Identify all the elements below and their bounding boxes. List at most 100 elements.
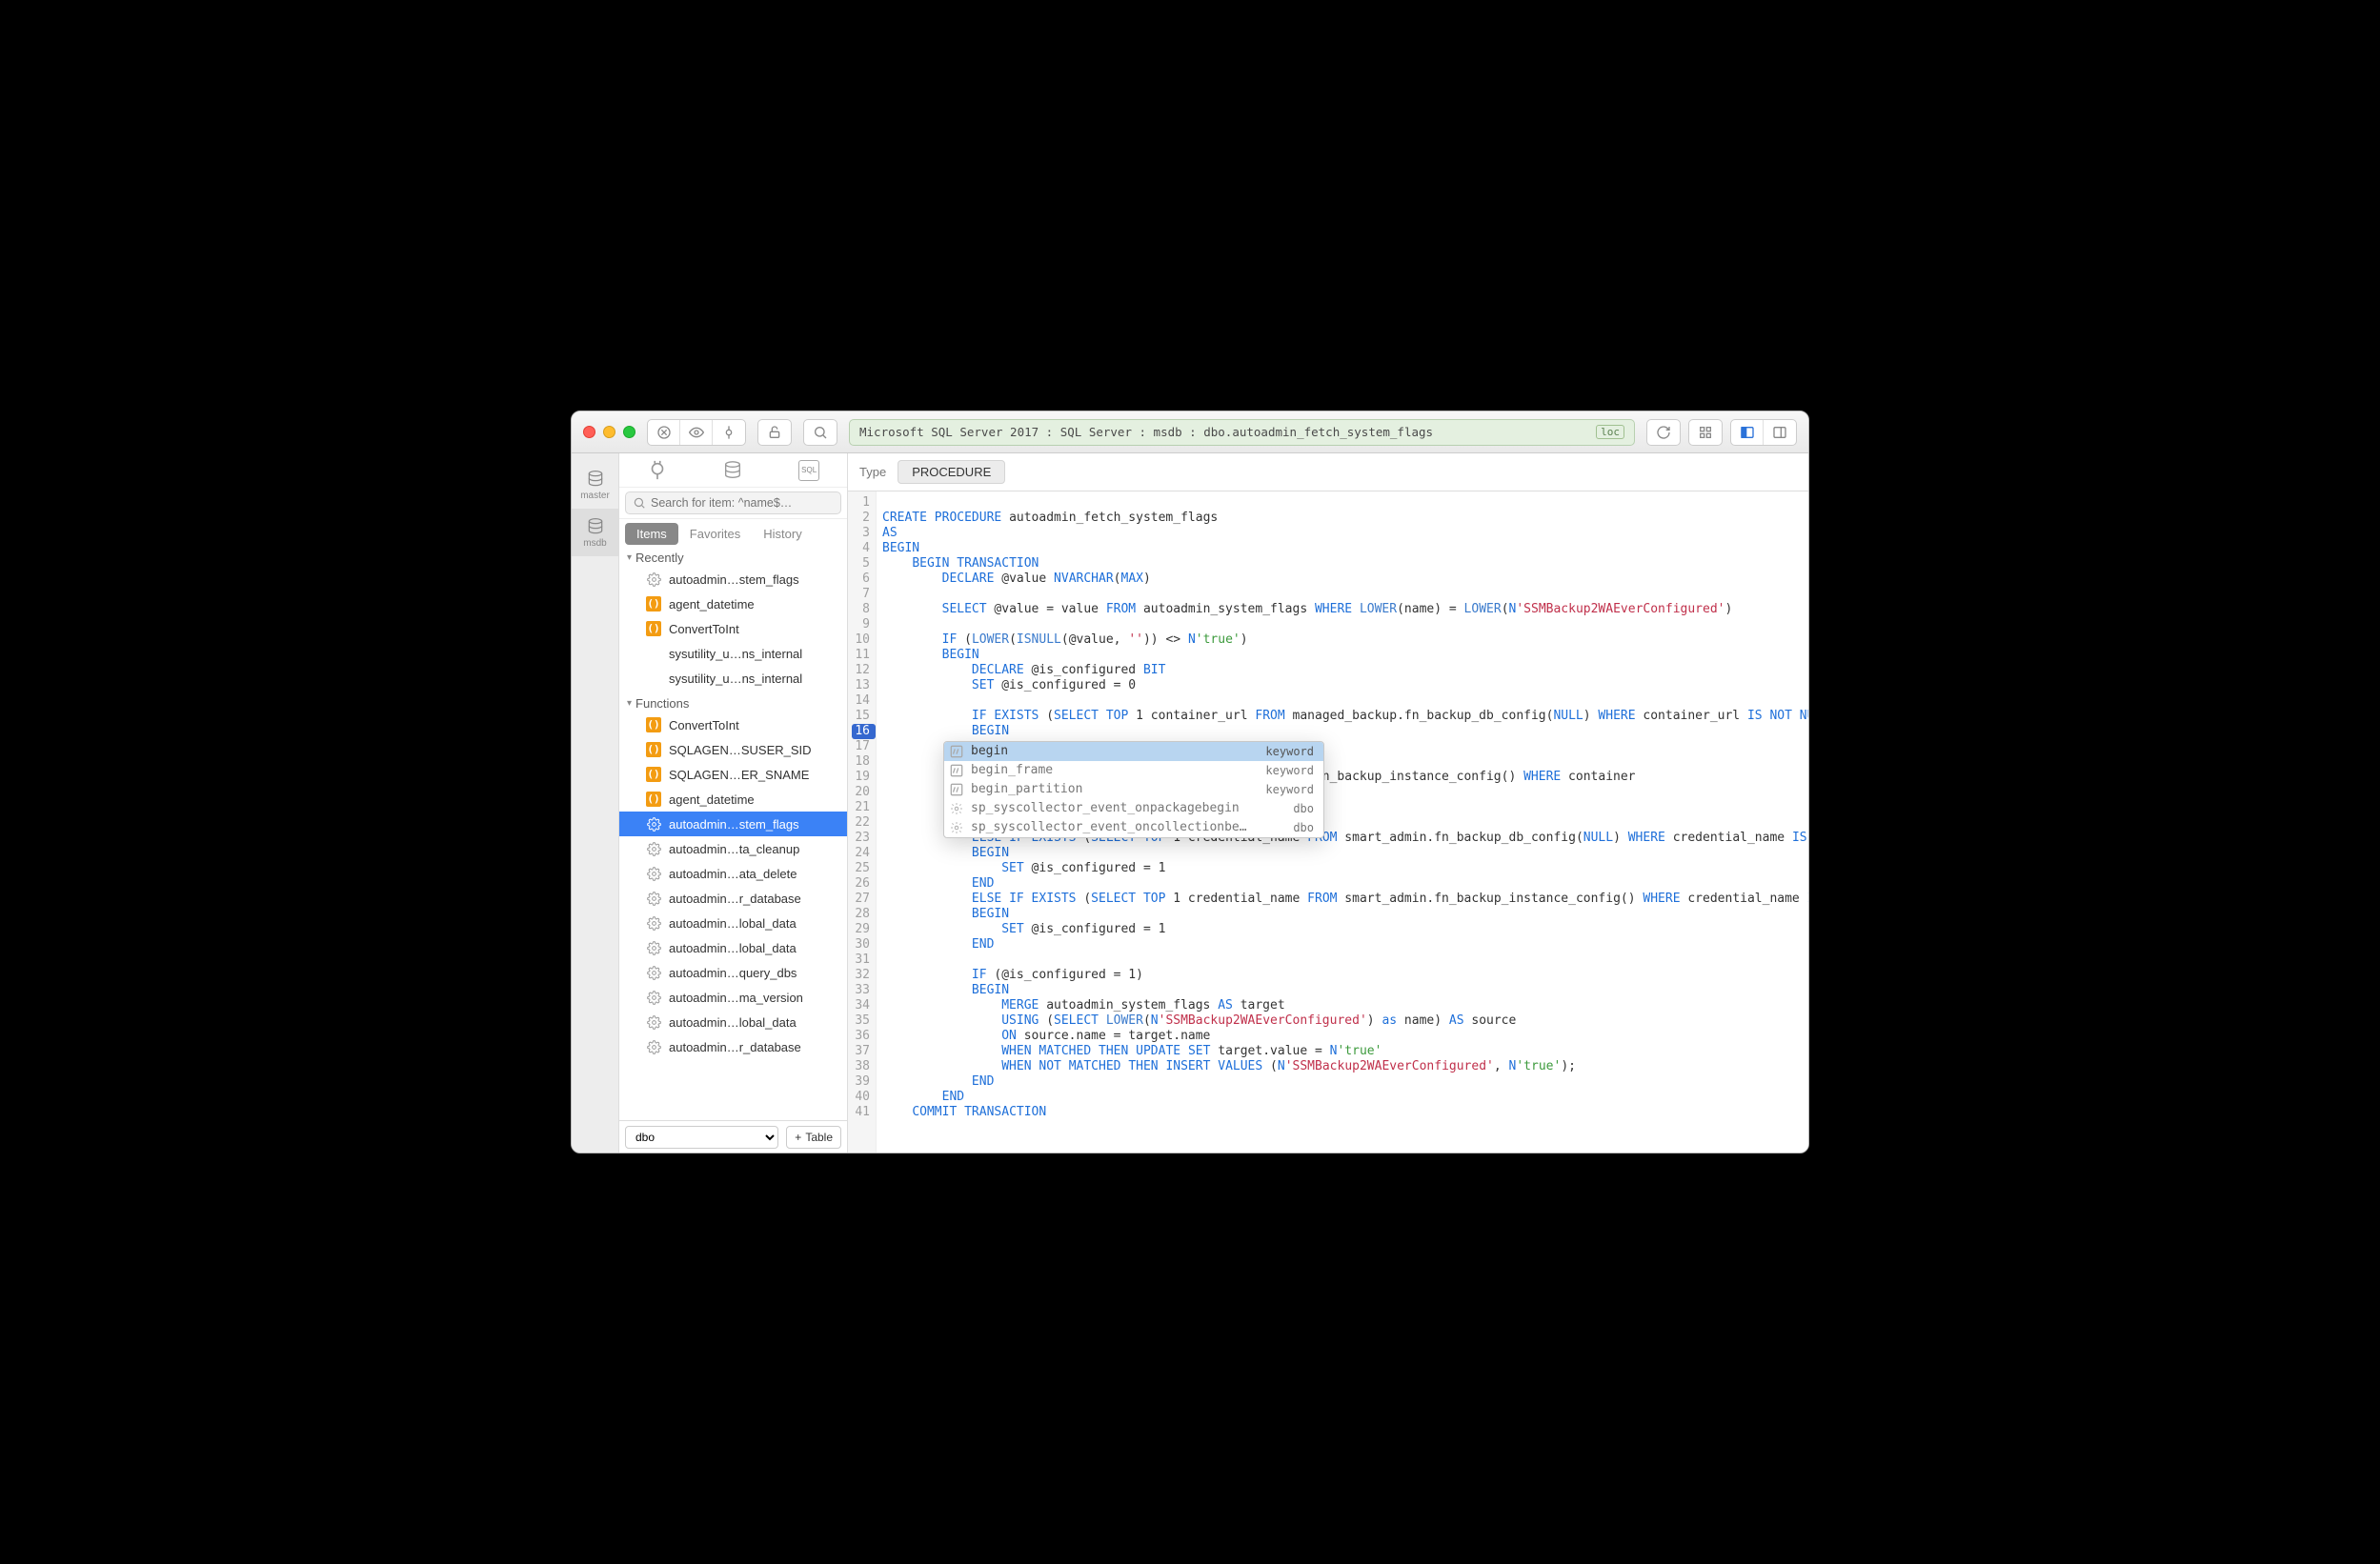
autocomplete-item[interactable]: sp_syscollector_event_onpackagebegindbo xyxy=(944,799,1323,818)
minimize-icon[interactable] xyxy=(603,426,615,438)
gear-icon xyxy=(646,841,661,856)
navigator-tabs: Items Favorites History xyxy=(619,519,847,545)
function-icon: () xyxy=(646,596,661,612)
tab-history[interactable]: History xyxy=(752,523,813,545)
autocomplete-name: sp_syscollector_event_oncollectionbe… xyxy=(971,820,1285,835)
tab-items[interactable]: Items xyxy=(625,523,678,545)
functions-row[interactable]: autoadmin…r_database xyxy=(619,1034,847,1059)
commit-button[interactable] xyxy=(713,420,745,445)
functions-row[interactable]: autoadmin…query_dbs xyxy=(619,960,847,985)
autocomplete-popup[interactable]: beginkeywordbegin_framekeywordbegin_part… xyxy=(943,741,1324,838)
section-functions[interactable]: Functions xyxy=(619,691,847,712)
tree-item-label: agent_datetime xyxy=(669,792,755,807)
grid-view-button[interactable] xyxy=(1689,420,1722,445)
gear-icon xyxy=(646,990,661,1005)
sql-icon[interactable]: SQL xyxy=(798,460,819,481)
recently-row[interactable]: ()agent_datetime xyxy=(619,592,847,616)
db-item-msdb[interactable]: msdb xyxy=(572,509,618,556)
search-input[interactable] xyxy=(625,491,841,514)
table-icon xyxy=(646,671,661,686)
autocomplete-item[interactable]: sp_syscollector_event_oncollectionbe… dbo xyxy=(944,818,1323,837)
functions-row[interactable]: autoadmin…stem_flags xyxy=(619,812,847,836)
autocomplete-item[interactable]: beginkeyword xyxy=(944,742,1323,761)
search-row xyxy=(619,488,847,519)
gear-icon xyxy=(646,940,661,955)
tab-favorites[interactable]: Favorites xyxy=(678,523,752,545)
functions-row[interactable]: autoadmin…ta_cleanup xyxy=(619,836,847,861)
gear-icon xyxy=(646,866,661,881)
functions-row[interactable]: ()SQLAGEN…ER_SNAME xyxy=(619,762,847,787)
keyword-icon xyxy=(950,783,963,796)
functions-row[interactable]: autoadmin…ata_delete xyxy=(619,861,847,886)
type-label: Type xyxy=(859,465,886,479)
left-pane-button[interactable] xyxy=(1731,420,1764,445)
navigator-panel: SQL Items Favorites History Recently aut… xyxy=(619,453,848,1153)
tree-item-label: SQLAGEN…SUSER_SID xyxy=(669,743,812,757)
database-icon[interactable] xyxy=(722,460,743,481)
titlebar: Microsoft SQL Server 2017 : SQL Server :… xyxy=(572,411,1808,453)
keyword-icon xyxy=(950,764,963,777)
app-window: Microsoft SQL Server 2017 : SQL Server :… xyxy=(571,411,1809,1153)
plug-icon[interactable] xyxy=(647,460,668,481)
recently-row[interactable]: sysutility_u…ns_internal xyxy=(619,666,847,691)
recently-row[interactable]: autoadmin…stem_flags xyxy=(619,567,847,592)
close-icon[interactable] xyxy=(583,426,595,438)
toolbar-right xyxy=(1646,419,1797,446)
db-label: msdb xyxy=(583,538,606,549)
autocomplete-kind: keyword xyxy=(1265,744,1314,759)
line-gutter: 1234567891011121314151617181920212223242… xyxy=(848,491,877,1153)
add-table-button[interactable]: + Table xyxy=(786,1126,841,1149)
tree-item-label: autoadmin…ata_delete xyxy=(669,867,797,881)
function-icon: () xyxy=(646,742,661,757)
schema-select[interactable]: dbo xyxy=(625,1126,778,1149)
keyword-icon xyxy=(950,745,963,758)
gear-icon xyxy=(646,1039,661,1054)
gear-icon xyxy=(950,821,963,834)
tree-item-label: autoadmin…ta_cleanup xyxy=(669,842,799,856)
functions-row[interactable]: autoadmin…r_database xyxy=(619,886,847,911)
toolbar-search-group xyxy=(803,419,837,446)
autocomplete-name: begin_frame xyxy=(971,763,1258,778)
recently-row[interactable]: sysutility_u…ns_internal xyxy=(619,641,847,666)
autocomplete-item[interactable]: begin_framekeyword xyxy=(944,761,1323,780)
navigator-tree[interactable]: Recently autoadmin…stem_flags()agent_dat… xyxy=(619,545,847,1120)
maximize-icon[interactable] xyxy=(623,426,635,438)
search-button[interactable] xyxy=(804,420,837,445)
breadcrumb-text: Microsoft SQL Server 2017 : SQL Server :… xyxy=(859,425,1433,439)
autocomplete-kind: dbo xyxy=(1293,820,1314,835)
recently-row[interactable]: ()ConvertToInt xyxy=(619,616,847,641)
functions-row[interactable]: autoadmin…ma_version xyxy=(619,985,847,1010)
functions-row[interactable]: autoadmin…lobal_data xyxy=(619,1010,847,1034)
functions-row[interactable]: () SQLAGEN…SUSER_SID xyxy=(619,737,847,762)
breadcrumb[interactable]: Microsoft SQL Server 2017 : SQL Server :… xyxy=(849,419,1635,446)
type-value-chip[interactable]: PROCEDURE xyxy=(898,460,1005,484)
functions-row[interactable]: ()agent_datetime xyxy=(619,787,847,812)
gear-icon xyxy=(950,802,963,815)
tree-item-label: autoadmin…stem_flags xyxy=(669,572,799,587)
function-icon: () xyxy=(646,717,661,732)
plus-icon: + xyxy=(795,1131,801,1144)
function-icon: () xyxy=(646,767,661,782)
tree-item-label: autoadmin…lobal_data xyxy=(669,941,797,955)
navigator-footer: dbo + Table xyxy=(619,1120,847,1153)
lock-button[interactable] xyxy=(758,420,791,445)
tree-item-label: autoadmin…stem_flags xyxy=(669,817,799,832)
refresh-button[interactable] xyxy=(1647,420,1680,445)
autocomplete-item[interactable]: begin_partition keyword xyxy=(944,780,1323,799)
db-item-master[interactable]: master xyxy=(572,461,618,509)
toolbar-cancel-group xyxy=(647,419,746,446)
functions-row[interactable]: autoadmin…lobal_data xyxy=(619,911,847,935)
add-table-label: Table xyxy=(805,1131,833,1144)
cancel-button[interactable] xyxy=(648,420,680,445)
preview-button[interactable] xyxy=(680,420,713,445)
section-recently[interactable]: Recently xyxy=(619,545,847,567)
autocomplete-kind: dbo xyxy=(1293,801,1314,816)
tree-item-label: autoadmin…r_database xyxy=(669,892,801,906)
autocomplete-kind: keyword xyxy=(1265,782,1314,797)
code-editor[interactable]: 1234567891011121314151617181920212223242… xyxy=(848,491,1808,1153)
functions-row[interactable]: autoadmin…lobal_data xyxy=(619,935,847,960)
right-pane-button[interactable] xyxy=(1764,420,1796,445)
autocomplete-name: begin_partition xyxy=(971,782,1258,797)
tree-item-label: ConvertToInt xyxy=(669,718,739,732)
functions-row[interactable]: () ConvertToInt xyxy=(619,712,847,737)
